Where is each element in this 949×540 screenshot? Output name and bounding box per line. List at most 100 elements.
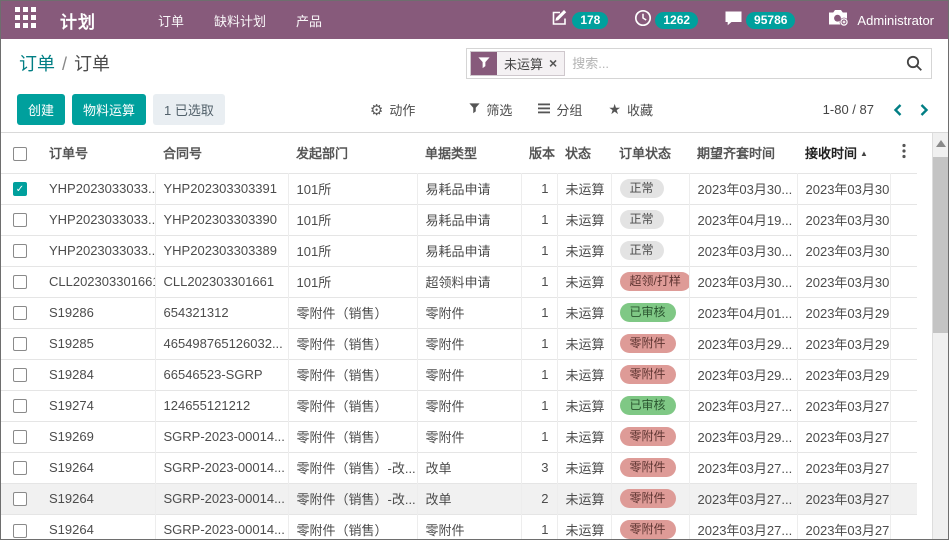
create-button[interactable]: 创建 xyxy=(17,94,65,125)
header-expect-time[interactable]: 期望齐套时间 xyxy=(689,133,797,173)
cell-version[interactable]: 1 xyxy=(521,266,557,297)
cell-doc-type[interactable]: 零附件 xyxy=(417,297,521,328)
header-doc-type[interactable]: 单据类型 xyxy=(417,133,521,173)
cell-department[interactable]: 101所 xyxy=(288,204,417,235)
table-row[interactable]: S19285 465498765126032... 零附件（销售） 零附件 1 … xyxy=(1,328,917,359)
row-checkbox[interactable] xyxy=(13,461,27,475)
cell-version[interactable]: 1 xyxy=(521,390,557,421)
table-row[interactable]: S19274 124655121212 零附件（销售） 零附件 1 未运算 已审… xyxy=(1,390,917,421)
row-checkbox[interactable] xyxy=(13,492,27,506)
cell-expect-time[interactable]: 2023年04月01... xyxy=(689,297,797,328)
cell-contract-no[interactable]: 66546523-SGRP xyxy=(155,359,288,390)
cell-status[interactable]: 未运算 xyxy=(557,204,611,235)
action-menu[interactable]: ⚙ 动作 xyxy=(370,100,415,119)
cell-expect-time[interactable]: 2023年03月30... xyxy=(689,266,797,297)
search-bar[interactable]: 未运算 × xyxy=(466,48,932,79)
search-icon[interactable] xyxy=(906,55,923,72)
cell-receive-time[interactable]: 2023年03月30日... xyxy=(797,235,890,266)
cell-order-no[interactable]: S19264 xyxy=(41,514,155,540)
cell-expect-time[interactable]: 2023年03月27... xyxy=(689,452,797,483)
cell-version[interactable]: 1 xyxy=(521,328,557,359)
user-menu[interactable]: Administrator xyxy=(827,8,934,32)
cell-doc-type[interactable]: 超领料申请 xyxy=(417,266,521,297)
cell-receive-time[interactable]: 2023年03月27日... xyxy=(797,483,890,514)
nav-orders[interactable]: 订单 xyxy=(158,11,184,30)
cell-status[interactable]: 未运算 xyxy=(557,390,611,421)
cell-version[interactable]: 1 xyxy=(521,297,557,328)
cell-doc-type[interactable]: 改单 xyxy=(417,483,521,514)
cell-version[interactable]: 1 xyxy=(521,514,557,540)
cell-status[interactable]: 未运算 xyxy=(557,173,611,204)
cell-receive-time[interactable]: 2023年03月30日... xyxy=(797,266,890,297)
cell-order-status[interactable]: 零附件 xyxy=(611,359,689,390)
cell-expect-time[interactable]: 2023年03月27... xyxy=(689,390,797,421)
cell-contract-no[interactable]: SGRP-2023-00014... xyxy=(155,514,288,540)
cell-version[interactable]: 2 xyxy=(521,483,557,514)
apps-menu-button[interactable] xyxy=(15,7,36,33)
cell-expect-time[interactable]: 2023年03月30... xyxy=(689,173,797,204)
cell-receive-time[interactable]: 2023年03月27日... xyxy=(797,452,890,483)
cell-department[interactable]: 零附件（销售） xyxy=(288,297,417,328)
table-row[interactable]: S19264 SGRP-2023-00014... 零附件（销售） 零附件 1 … xyxy=(1,514,917,540)
cell-contract-no[interactable]: 124655121212 xyxy=(155,390,288,421)
cell-version[interactable]: 1 xyxy=(521,235,557,266)
nav-products[interactable]: 产品 xyxy=(296,11,322,30)
cell-department[interactable]: 101所 xyxy=(288,235,417,266)
cell-department[interactable]: 101所 xyxy=(288,173,417,204)
header-receive-time[interactable]: 接收时间▲ xyxy=(797,133,890,173)
cell-doc-type[interactable]: 零附件 xyxy=(417,359,521,390)
scrollbar-thumb[interactable] xyxy=(933,157,948,333)
cell-order-no[interactable]: S19286 xyxy=(41,297,155,328)
header-order-no[interactable]: 订单号 xyxy=(41,133,155,173)
cell-receive-time[interactable]: 2023年03月27日... xyxy=(797,514,890,540)
row-checkbox[interactable] xyxy=(13,213,27,227)
cell-expect-time[interactable]: 2023年03月30... xyxy=(689,235,797,266)
search-input[interactable] xyxy=(572,56,906,71)
cell-order-no[interactable]: YHP2023033033... xyxy=(41,204,155,235)
header-contract-no[interactable]: 合同号 xyxy=(155,133,288,173)
cell-contract-no[interactable]: CLL202303301661 xyxy=(155,266,288,297)
favorites-menu[interactable]: ★ 收藏 xyxy=(608,100,653,119)
breadcrumb-parent[interactable]: 订单 xyxy=(19,50,55,76)
cell-doc-type[interactable]: 改单 xyxy=(417,452,521,483)
header-version[interactable]: 版本 xyxy=(521,133,557,173)
table-row[interactable]: S19264 SGRP-2023-00014... 零附件（销售）-改... 改… xyxy=(1,452,917,483)
cell-order-no[interactable]: S19274 xyxy=(41,390,155,421)
row-checkbox[interactable] xyxy=(13,244,27,258)
cell-order-no[interactable]: S19284 xyxy=(41,359,155,390)
cell-order-no[interactable]: S19264 xyxy=(41,483,155,514)
table-row[interactable]: ✓ YHP2023033033... YHP202303303391 101所 … xyxy=(1,173,917,204)
cell-status[interactable]: 未运算 xyxy=(557,235,611,266)
cell-version[interactable]: 1 xyxy=(521,359,557,390)
cell-receive-time[interactable]: 2023年03月30日... xyxy=(797,204,890,235)
scroll-up-arrow[interactable] xyxy=(936,140,946,147)
cell-order-status[interactable]: 正常 xyxy=(611,204,689,235)
cell-contract-no[interactable]: YHP202303303391 xyxy=(155,173,288,204)
cell-order-no[interactable]: YHP2023033033... xyxy=(41,235,155,266)
table-row[interactable]: YHP2023033033... YHP202303303389 101所 易耗… xyxy=(1,235,917,266)
cell-order-no[interactable]: S19269 xyxy=(41,421,155,452)
cell-receive-time[interactable]: 2023年03月27日... xyxy=(797,421,890,452)
cell-expect-time[interactable]: 2023年03月29... xyxy=(689,359,797,390)
cell-order-status[interactable]: 零附件 xyxy=(611,514,689,540)
cell-doc-type[interactable]: 零附件 xyxy=(417,390,521,421)
nav-shortage-plan[interactable]: 缺料计划 xyxy=(214,11,266,30)
facet-remove-icon[interactable]: × xyxy=(549,56,557,70)
cell-doc-type[interactable]: 零附件 xyxy=(417,328,521,359)
optional-columns-button[interactable] xyxy=(890,133,917,173)
cell-department[interactable]: 零附件（销售）-改... xyxy=(288,483,417,514)
cell-contract-no[interactable]: SGRP-2023-00014... xyxy=(155,421,288,452)
cell-order-status[interactable]: 超领/打样 xyxy=(611,266,689,297)
cell-receive-time[interactable]: 2023年03月29日... xyxy=(797,359,890,390)
cell-order-status[interactable]: 正常 xyxy=(611,173,689,204)
cell-doc-type[interactable]: 零附件 xyxy=(417,421,521,452)
row-checkbox[interactable] xyxy=(13,524,27,538)
cell-expect-time[interactable]: 2023年03月29... xyxy=(689,421,797,452)
row-checkbox[interactable]: ✓ xyxy=(13,182,27,196)
cell-order-status[interactable]: 零附件 xyxy=(611,328,689,359)
cell-order-no[interactable]: YHP2023033033... xyxy=(41,173,155,204)
cell-order-status[interactable]: 正常 xyxy=(611,235,689,266)
cell-department[interactable]: 零附件（销售） xyxy=(288,421,417,452)
table-row[interactable]: S19264 SGRP-2023-00014... 零附件（销售）-改... 改… xyxy=(1,483,917,514)
pager-next-button[interactable] xyxy=(916,101,932,119)
